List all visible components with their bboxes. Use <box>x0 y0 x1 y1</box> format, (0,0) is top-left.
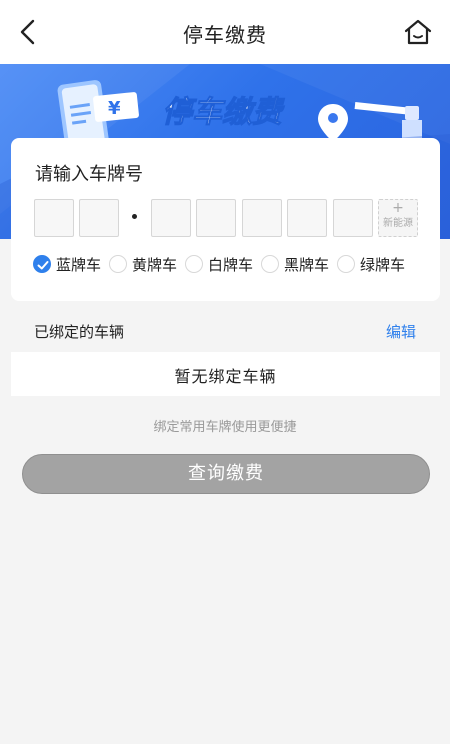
radio-unchecked-icon <box>261 255 279 273</box>
new-energy-box[interactable]: + 新能源 <box>378 199 418 237</box>
radio-unchecked-icon <box>109 255 127 273</box>
plate-char-box-3[interactable] <box>151 199 191 237</box>
plate-char-box-5[interactable] <box>242 199 282 237</box>
plate-input-card: 请输入车牌号 + 新能源 蓝牌车 黄牌车 白牌车 黑牌车 绿牌车 <box>11 138 440 301</box>
bound-vehicles-label: 已绑定的车辆 <box>34 323 125 341</box>
plate-separator-dot <box>132 214 137 219</box>
location-pin-icon <box>318 104 348 142</box>
home-button[interactable] <box>404 19 432 45</box>
empty-state-text: 暂无绑定车辆 <box>174 367 277 386</box>
bind-hint-text: 绑定常用车牌使用更便捷 <box>153 420 297 435</box>
plate-char-box-1[interactable] <box>34 199 74 237</box>
home-icon <box>404 19 432 45</box>
plate-type-label: 白牌车 <box>208 256 254 274</box>
plate-type-label: 蓝牌车 <box>56 256 102 274</box>
plate-type-label: 绿牌车 <box>360 256 406 274</box>
banner-slogan: 停车缴费 <box>162 95 285 130</box>
page-title: 停车缴费 <box>183 23 267 47</box>
edit-button[interactable]: 编辑 <box>386 321 416 342</box>
top-nav-bar: 停车缴费 <box>0 0 450 64</box>
plus-icon: + <box>392 200 404 216</box>
plate-char-box-4[interactable] <box>196 199 236 237</box>
plate-char-box-6[interactable] <box>287 199 327 237</box>
plate-char-box-2[interactable] <box>79 199 119 237</box>
new-energy-label: 新能源 <box>383 218 413 229</box>
radio-checked-icon <box>33 255 51 273</box>
plate-char-box-7[interactable] <box>333 199 373 237</box>
plate-type-label: 黄牌车 <box>132 256 178 274</box>
radio-unchecked-icon <box>337 255 355 273</box>
bound-vehicles-empty: 暂无绑定车辆 <box>11 352 440 396</box>
plate-input-title: 请输入车牌号 <box>35 164 143 185</box>
query-payment-button[interactable]: 查询缴费 <box>22 454 430 494</box>
plate-type-label: 黑牌车 <box>284 256 330 274</box>
radio-unchecked-icon <box>185 255 203 273</box>
currency-icon: ¥ <box>108 98 121 119</box>
